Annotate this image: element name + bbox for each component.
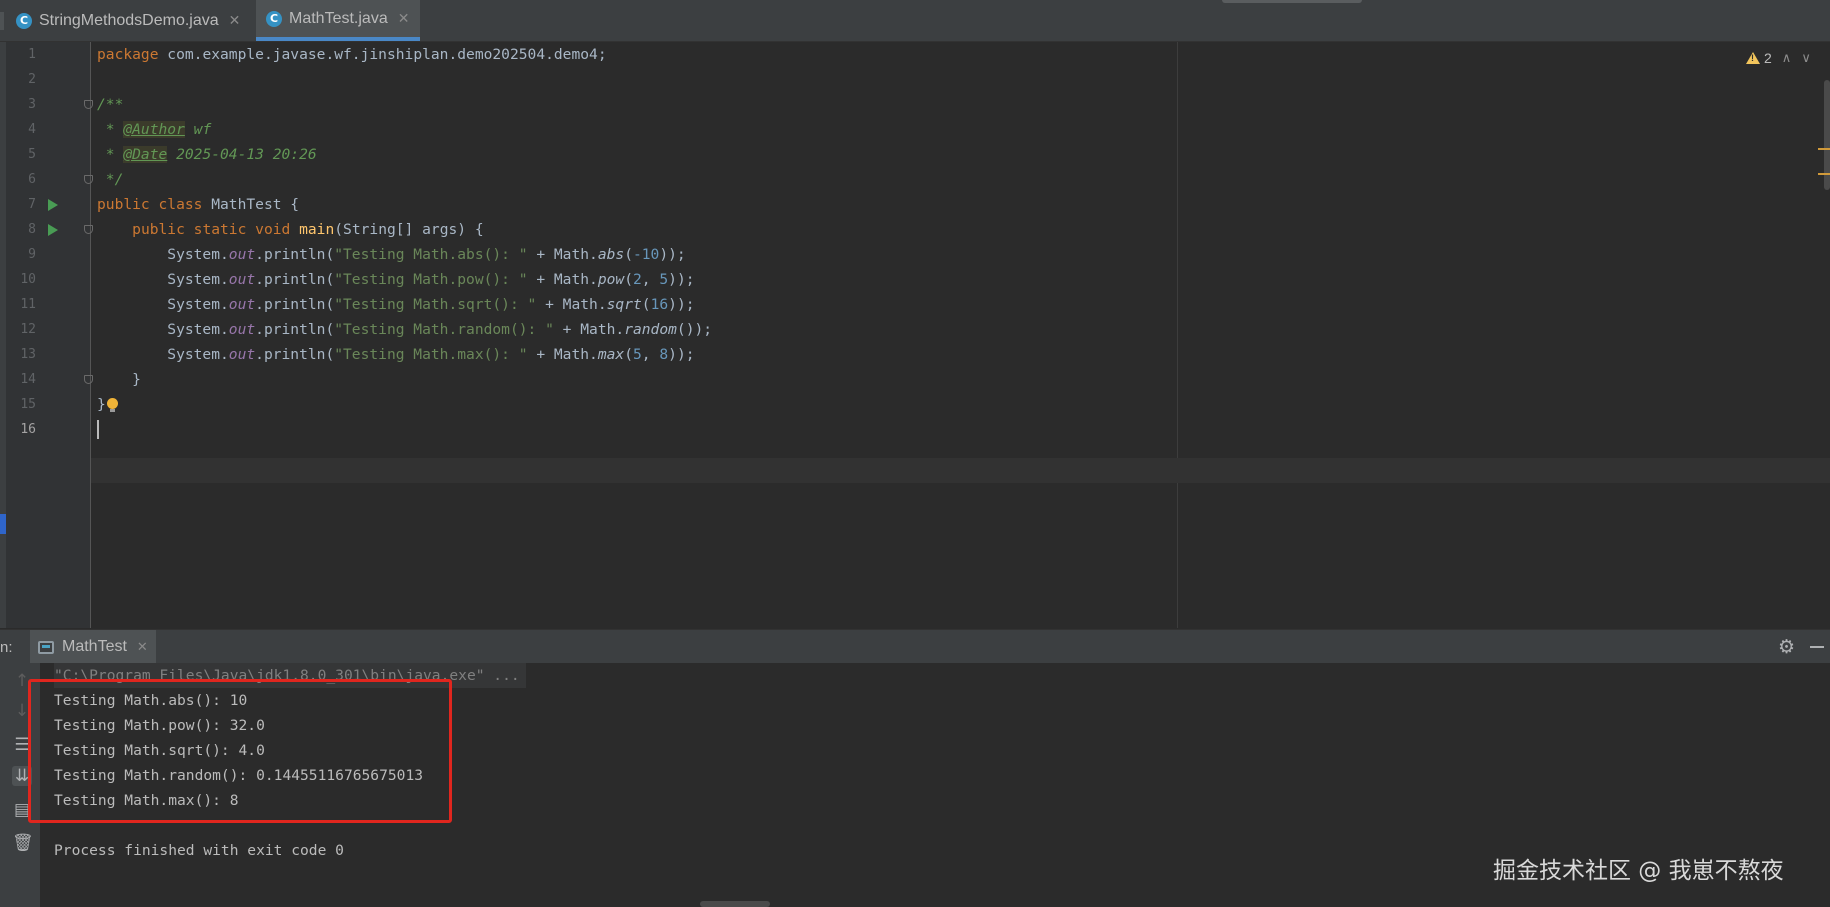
line-number: 3 xyxy=(28,97,36,112)
highlight-box xyxy=(28,679,452,823)
chevron-down-icon[interactable]: ∨ xyxy=(1801,50,1811,66)
code-line: } xyxy=(97,396,106,413)
code-line: * @Date 2025-04-13 20:26 xyxy=(97,146,317,163)
line-number: 4 xyxy=(28,122,36,137)
warning-marker[interactable] xyxy=(1818,148,1830,150)
line-number-current: 16 xyxy=(20,422,36,437)
line-number: 7 xyxy=(28,197,36,212)
fold-icon[interactable] xyxy=(84,375,93,384)
line-number: 6 xyxy=(28,172,36,187)
run-label: n: xyxy=(0,639,13,656)
line-number: 12 xyxy=(20,322,36,337)
tab-mathtest[interactable]: C MathTest.java ✕ xyxy=(256,0,420,41)
gear-icon[interactable]: ⚙ xyxy=(1778,636,1795,658)
line-number: 15 xyxy=(20,397,36,412)
fold-icon[interactable] xyxy=(84,225,93,234)
run-tab-label: MathTest xyxy=(62,638,127,655)
tab-label: MathTest.java xyxy=(289,9,388,27)
run-console[interactable]: ↑ ↓ ☰ ⇊ ▤ 🗑 "C:\Program Files\Java\jdk1.… xyxy=(0,663,1830,907)
close-icon[interactable]: ✕ xyxy=(137,639,148,655)
code-editor[interactable]: 1 2 3 4 5 6 7 8 9 10 11 12 13 14 15 16 p… xyxy=(0,42,1830,628)
close-icon[interactable]: ✕ xyxy=(398,10,410,27)
line-number: 8 xyxy=(28,222,36,237)
editor-gutter: 1 2 3 4 5 6 7 8 9 10 11 12 13 14 15 16 xyxy=(6,42,91,628)
right-margin-guide xyxy=(1177,42,1178,628)
run-class-icon[interactable] xyxy=(48,199,58,211)
trash-icon[interactable]: 🗑 xyxy=(12,833,34,853)
line-number: 13 xyxy=(20,347,36,362)
text-caret xyxy=(97,420,99,439)
code-line: public static void main(String[] args) { xyxy=(132,221,484,238)
tab-label: StringMethodsDemo.java xyxy=(39,11,219,29)
line-number: 1 xyxy=(28,47,36,62)
editor-tab-bar: C StringMethodsDemo.java ✕ C MathTest.ja… xyxy=(0,0,1830,42)
run-tab-mathtest[interactable]: MathTest ✕ xyxy=(30,630,156,664)
code-line: System.out.println("Testing Math.random(… xyxy=(97,321,713,338)
current-line-highlight xyxy=(91,458,1830,483)
line-number: 2 xyxy=(28,72,36,87)
code-line: System.out.println("Testing Math.max(): … xyxy=(97,346,695,363)
code-line: } xyxy=(97,371,141,388)
fold-icon[interactable] xyxy=(84,100,93,109)
watermark: 掘金技术社区 @ 我崽不熬夜 xyxy=(1493,858,1784,884)
code-line: System.out.println("Testing Math.sqrt():… xyxy=(97,296,695,313)
code-line: /** xyxy=(97,96,124,113)
java-class-icon: C xyxy=(266,10,282,27)
search-field-edge[interactable] xyxy=(1222,0,1362,3)
code-line: public class MathTest { xyxy=(97,196,300,213)
line-number: 11 xyxy=(20,297,36,312)
code-line: package com.example.javase.wf.jinshiplan… xyxy=(97,46,607,63)
lightbulb-icon[interactable] xyxy=(107,398,118,412)
minimize-icon[interactable] xyxy=(1810,646,1824,648)
tab-overflow-indicator[interactable] xyxy=(0,12,4,30)
console-icon xyxy=(38,640,54,654)
tab-stringmethodsdemo[interactable]: C StringMethodsDemo.java ✕ xyxy=(16,0,256,41)
line-number: 10 xyxy=(20,272,36,287)
inspection-widget[interactable]: 2 ∧ ∨ xyxy=(1746,50,1811,66)
warning-icon xyxy=(1746,52,1760,64)
code-line: System.out.println("Testing Math.pow(): … xyxy=(97,271,695,288)
close-icon[interactable]: ✕ xyxy=(229,12,241,29)
line-number: 14 xyxy=(20,372,36,387)
console-scrollbar[interactable] xyxy=(700,901,770,907)
java-class-icon: C xyxy=(16,12,32,29)
exit-message: Process finished with exit code 0 xyxy=(54,842,344,859)
line-number: 9 xyxy=(28,247,36,262)
chevron-up-icon[interactable]: ∧ xyxy=(1782,50,1792,66)
run-main-icon[interactable] xyxy=(48,224,58,236)
code-line: */ xyxy=(97,171,124,188)
warning-count: 2 xyxy=(1764,50,1772,66)
code-line: * @Author wf xyxy=(97,121,212,138)
warning-marker[interactable] xyxy=(1818,173,1830,175)
code-line: System.out.println("Testing Math.abs(): … xyxy=(97,246,686,263)
fold-icon[interactable] xyxy=(84,175,93,184)
line-number: 5 xyxy=(28,147,36,162)
run-tool-window-header: n: MathTest ✕ ⚙ xyxy=(0,629,1830,664)
